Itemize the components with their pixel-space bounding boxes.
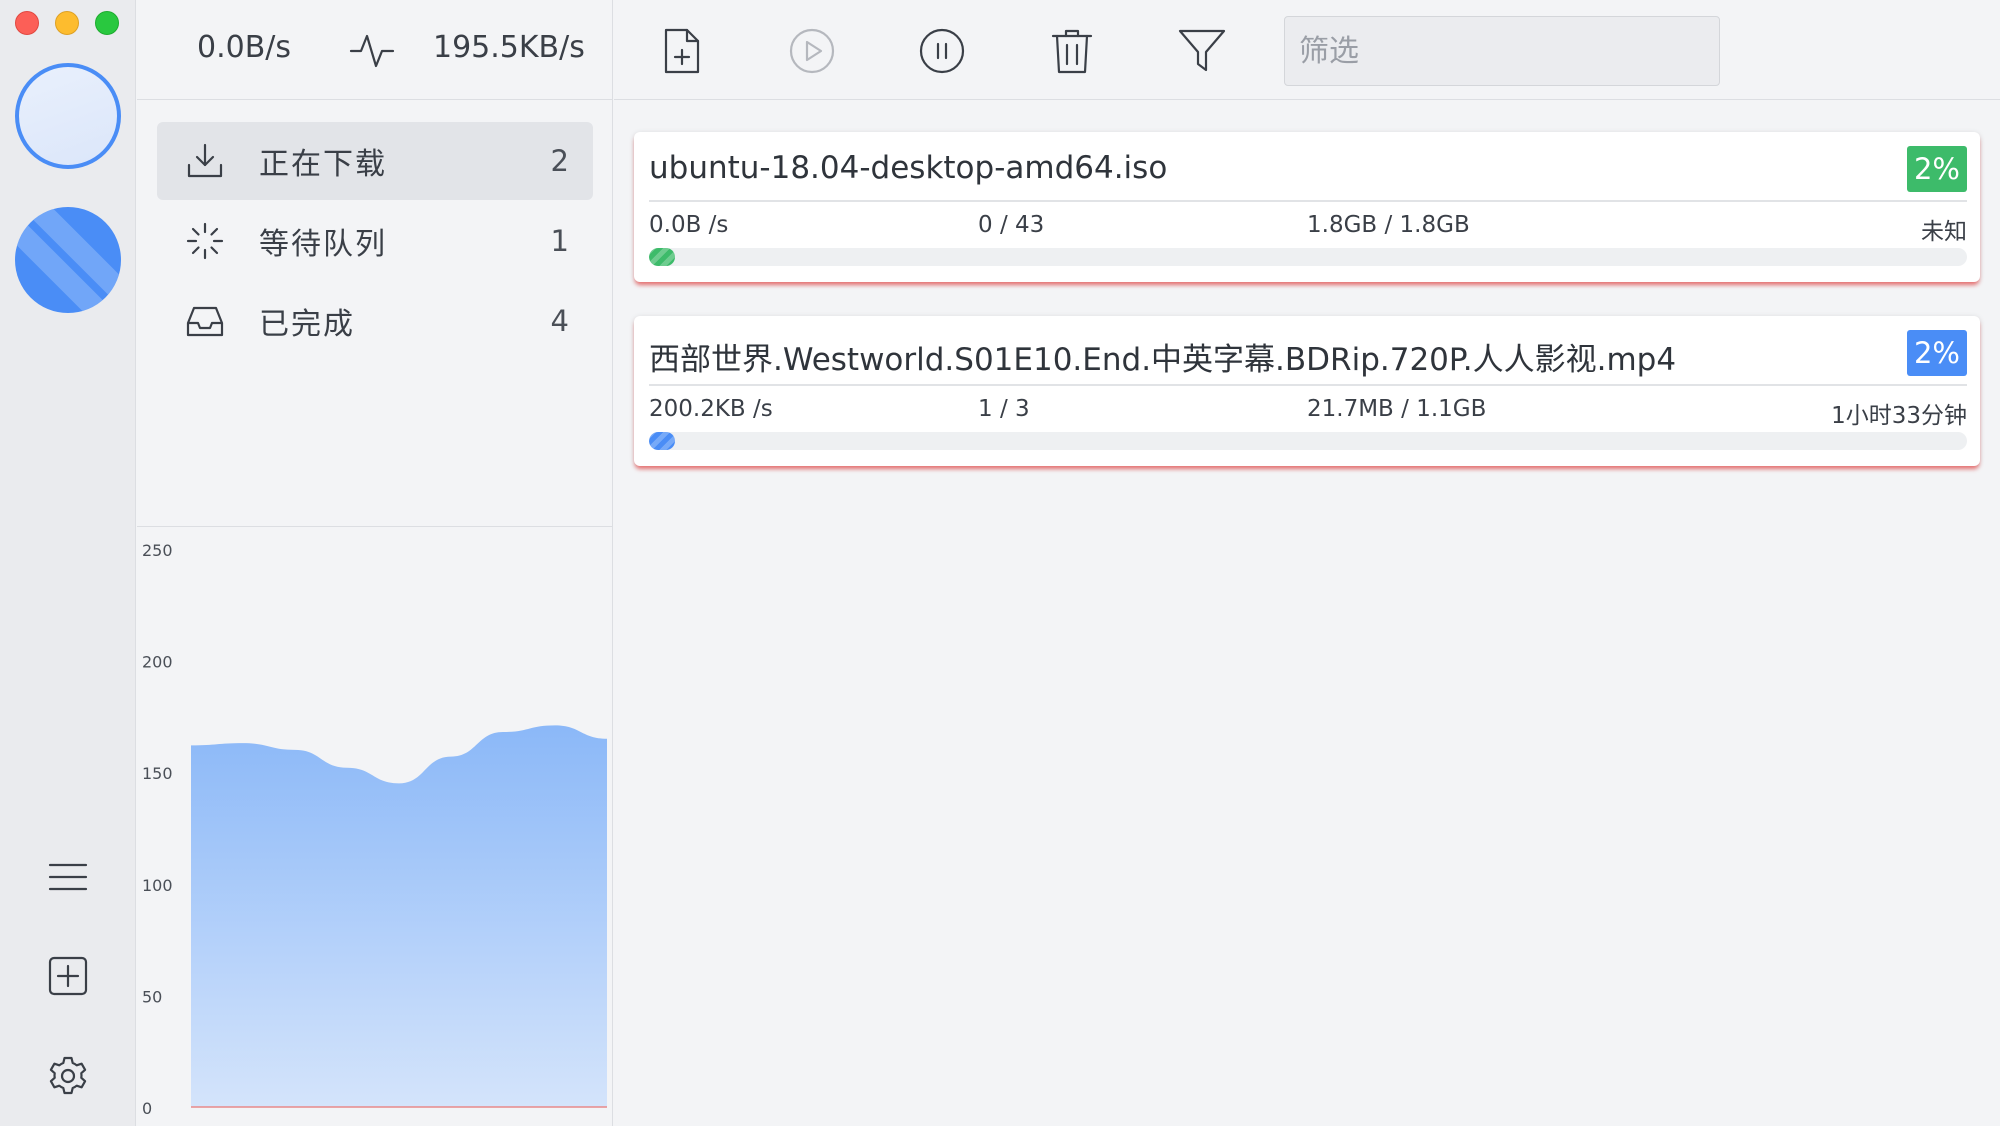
delete-icon (1051, 29, 1093, 74)
filter-button[interactable] (1175, 24, 1229, 78)
nav-item-waiting[interactable]: 等待队列 1 (157, 202, 593, 280)
task-list: ubuntu-18.04-desktop-amd64.iso 2% 0.0B /… (634, 132, 1980, 500)
nav-item-count: 1 (550, 224, 569, 258)
download-speed: 0.0B/s (197, 30, 292, 65)
app-rail (0, 0, 136, 1126)
inbox-icon (186, 306, 224, 337)
settings-icon[interactable] (43, 1051, 93, 1101)
speed-chart: 250 200 150 100 50 0 (137, 526, 613, 1126)
task-size: 1.8GB / 1.8GB (1307, 212, 1470, 238)
new-task-button[interactable] (655, 24, 709, 78)
chart-y-tick-label: 100 (142, 876, 173, 895)
task-speed: 200.2KB /s (649, 396, 773, 422)
filter-input[interactable] (1284, 16, 1720, 86)
add-task-icon[interactable] (43, 951, 93, 1001)
task-size: 21.7MB / 1.1GB (1307, 396, 1487, 422)
task-eta: 1小时33分钟 (1831, 403, 1967, 429)
avatar-secondary[interactable] (15, 207, 121, 313)
chart-y-tick-label: 250 (142, 541, 173, 560)
filter-icon (1178, 29, 1226, 72)
task-eta: 未知 (1921, 219, 1967, 245)
task-speed: 0.0B /s (649, 212, 729, 238)
side-panel: 0.0B/s 195.5KB/s 正在下载 2 等待队列 1 已完成 4 250… (137, 0, 613, 1126)
activity-icon (349, 34, 395, 68)
task-percent-badge: 2% (1906, 146, 1967, 192)
nav-item-label: 正在下载 (259, 147, 387, 182)
new-file-icon (664, 28, 700, 74)
task-card[interactable]: 西部世界.Westworld.S01E10.End.中英字幕.BDRip.720… (634, 316, 1980, 466)
resume-button[interactable] (785, 24, 839, 78)
task-divider (649, 200, 1967, 202)
chart-y-tick-label: 150 (142, 764, 173, 783)
chart-area-series (191, 725, 607, 1107)
task-card[interactable]: ubuntu-18.04-desktop-amd64.iso 2% 0.0B /… (634, 132, 1980, 282)
chart-y-tick-label: 200 (142, 653, 173, 672)
window-close-button[interactable] (15, 11, 39, 35)
task-connections: 1 / 3 (978, 396, 1030, 422)
task-progress-fill (649, 432, 676, 450)
nav-item-label: 等待队列 (259, 227, 387, 262)
window-minimize-button[interactable] (55, 11, 79, 35)
speed-chart-svg: 250 200 150 100 50 0 (142, 541, 607, 1118)
resume-icon (789, 28, 835, 74)
task-name: 西部世界.Westworld.S01E10.End.中英字幕.BDRip.720… (649, 342, 1677, 378)
pause-icon (919, 28, 965, 74)
toolbar (614, 0, 2000, 100)
pause-button[interactable] (915, 24, 969, 78)
task-progress-bar (649, 432, 1967, 450)
chart-y-tick-label: 0 (142, 1099, 152, 1118)
task-connections: 0 / 43 (978, 212, 1045, 238)
task-divider (649, 384, 1967, 386)
delete-button[interactable] (1045, 24, 1099, 78)
task-progress-fill (649, 248, 676, 266)
nav-item-label: 已完成 (259, 307, 355, 342)
loading-icon (186, 222, 224, 260)
task-name: ubuntu-18.04-desktop-amd64.iso (649, 150, 1168, 186)
avatar[interactable] (15, 63, 121, 169)
task-progress-bar (649, 248, 1967, 266)
window-zoom-button[interactable] (95, 11, 119, 35)
nav-item-count: 4 (550, 304, 569, 338)
chart-y-tick-label: 50 (142, 987, 162, 1006)
menu-icon[interactable] (43, 852, 93, 902)
task-percent-badge: 2% (1906, 330, 1967, 376)
speed-bar: 0.0B/s 195.5KB/s (137, 0, 613, 100)
nav-item-downloading[interactable]: 正在下载 2 (157, 122, 593, 200)
nav-item-count: 2 (550, 144, 569, 178)
download-icon (187, 143, 223, 178)
upload-speed: 195.5KB/s (433, 30, 585, 65)
nav-item-completed[interactable]: 已完成 4 (157, 282, 593, 360)
